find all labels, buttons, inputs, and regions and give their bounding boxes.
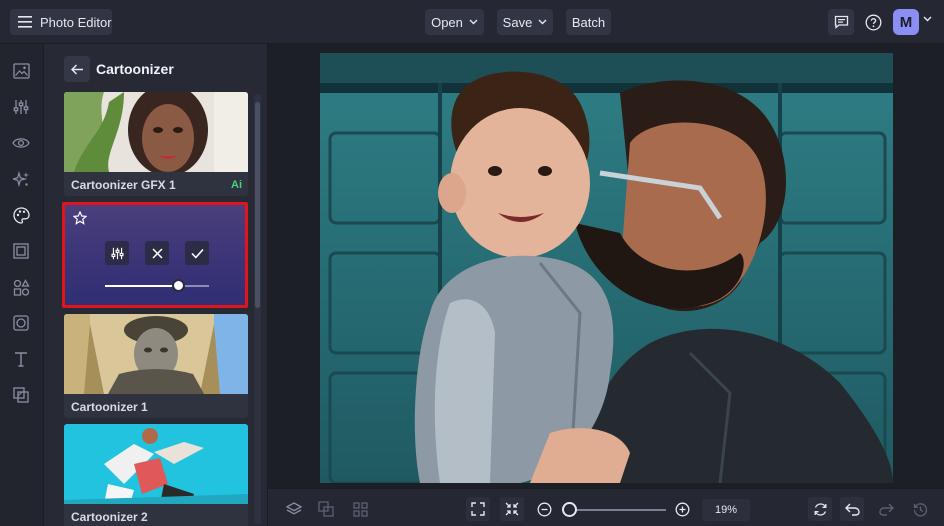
tool-view[interactable] [10, 132, 32, 154]
effect-card-cartoonizer-2[interactable]: Cartoonizer 2 [64, 424, 248, 526]
open-button[interactable]: Open [425, 9, 484, 35]
panel-title: Cartoonizer [96, 61, 174, 77]
tool-artsy[interactable] [10, 204, 32, 226]
effect-thumbnail [64, 92, 248, 172]
zoom-out-button[interactable] [532, 497, 556, 521]
effect-thumbnail [64, 314, 248, 394]
bottom-bar: 19% [268, 488, 944, 526]
zoom-in-icon [675, 502, 689, 516]
effect-card-cartoonizer-gfx-1[interactable]: Cartoonizer GFX 1 Ai [64, 92, 248, 196]
fit-screen-button[interactable] [466, 497, 490, 521]
refresh-icon [814, 502, 826, 516]
tool-effects[interactable] [10, 168, 32, 190]
compare-icon [318, 501, 334, 517]
help-icon [865, 14, 881, 30]
chevron-down-icon [538, 19, 547, 25]
batch-label: Batch [571, 14, 606, 30]
effect-card-cartoonizer-1[interactable]: Cartoonizer 1 [64, 314, 248, 418]
tool-overlays[interactable] [10, 312, 32, 334]
feedback-button[interactable] [828, 9, 854, 35]
eye-icon [12, 138, 30, 148]
effect-settings-button[interactable] [105, 241, 129, 265]
user-avatar[interactable]: M [893, 9, 919, 35]
redo-icon [878, 503, 894, 516]
feedback-icon [834, 15, 848, 29]
expand-icon [471, 502, 485, 516]
close-icon [151, 247, 163, 259]
shapes-icon [13, 278, 30, 296]
undo-icon [844, 503, 860, 516]
grid-button[interactable] [348, 497, 372, 521]
chevron-down-icon[interactable] [923, 16, 932, 22]
intensity-slider[interactable] [105, 285, 209, 287]
active-effect-card[interactable] [62, 202, 248, 308]
hamburger-icon [18, 16, 32, 28]
grid-icon [352, 501, 368, 517]
arrow-left-icon [70, 63, 83, 75]
left-toolbar [0, 44, 44, 526]
top-bar: Photo Editor Open Save Batch M [0, 0, 944, 44]
canvas-area [268, 44, 944, 488]
canvas-photo[interactable] [320, 53, 893, 483]
cancel-effect-button[interactable] [145, 241, 169, 265]
effect-label: Cartoonizer 2 [71, 510, 148, 524]
tool-graphics[interactable] [10, 276, 32, 298]
redo-button[interactable] [874, 497, 898, 521]
effect-label: Cartoonizer GFX 1 [71, 178, 176, 192]
effect-label: Cartoonizer 1 [71, 400, 148, 414]
layers-button[interactable] [282, 497, 306, 521]
apply-effect-button[interactable] [185, 241, 209, 265]
sparkle-icon [12, 170, 29, 187]
history-button[interactable] [908, 497, 932, 521]
image-icon [12, 63, 30, 79]
panel-scrollbar[interactable] [254, 94, 261, 524]
zoom-slider[interactable] [570, 509, 666, 511]
history-icon [913, 502, 927, 516]
zoom-in-button[interactable] [670, 497, 694, 521]
effects-panel: Cartoonizer Cartoonizer GFX 1 Ai Cartoon… [44, 44, 268, 526]
chevron-down-icon [469, 19, 478, 25]
undo-button[interactable] [840, 497, 864, 521]
star-icon[interactable] [73, 211, 87, 225]
overlay-icon [13, 315, 29, 331]
check-icon [190, 248, 204, 259]
tool-frames[interactable] [10, 240, 32, 262]
sliders-icon [13, 100, 29, 114]
palette-icon [12, 206, 30, 224]
tool-text[interactable] [10, 348, 32, 370]
intensity-slider-handle[interactable] [171, 279, 185, 292]
collapse-icon [505, 502, 519, 516]
save-button[interactable]: Save [497, 9, 553, 35]
text-icon [15, 352, 27, 367]
app-title: Photo Editor [40, 14, 112, 30]
frame-icon [13, 243, 29, 259]
zoom-slider-handle[interactable] [562, 502, 577, 517]
menu-button[interactable]: Photo Editor [10, 9, 112, 35]
zoom-out-icon [537, 502, 551, 516]
tool-image[interactable] [10, 60, 32, 82]
help-button[interactable] [860, 9, 886, 35]
tool-adjust[interactable] [10, 96, 32, 118]
scrollbar-thumb[interactable] [255, 102, 260, 308]
save-label: Save [502, 14, 533, 30]
ai-badge: Ai [231, 179, 242, 191]
batch-button[interactable]: Batch [566, 9, 611, 35]
compare-button[interactable] [314, 497, 338, 521]
intensity-slider-fill [105, 285, 179, 287]
reset-button[interactable] [808, 497, 832, 521]
open-label: Open [431, 14, 463, 30]
zoom-level[interactable]: 19% [702, 499, 750, 521]
sliders-icon [110, 247, 124, 259]
tool-textures[interactable] [10, 384, 32, 406]
actual-size-button[interactable] [500, 497, 524, 521]
effect-thumbnail [64, 424, 248, 504]
back-button[interactable] [64, 56, 90, 82]
texture-icon [13, 387, 29, 403]
layers-icon [286, 501, 302, 515]
